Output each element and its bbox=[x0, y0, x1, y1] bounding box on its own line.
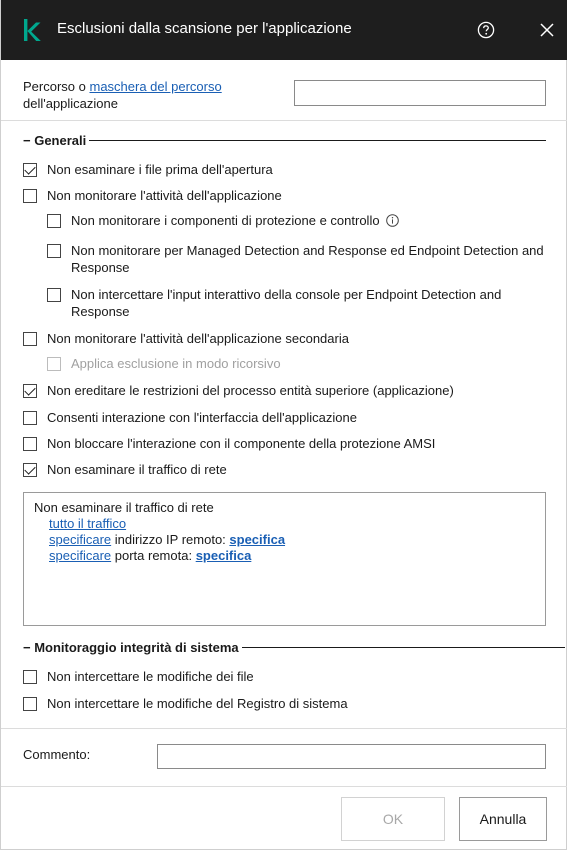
comment-input[interactable] bbox=[157, 744, 546, 769]
ip-text: indirizzo IP remoto: bbox=[111, 532, 230, 547]
divider bbox=[1, 728, 567, 729]
option-no-block-amsi[interactable]: Non bloccare l'interazione con il compon… bbox=[23, 435, 553, 452]
close-icon[interactable] bbox=[537, 20, 557, 40]
option-label: Non ereditare le restrizioni del process… bbox=[47, 383, 454, 398]
option-skip-file-changes[interactable]: Non intercettare le modifiche dei file bbox=[23, 668, 553, 685]
title-bar: Esclusioni dalla scansione per l'applica… bbox=[1, 0, 567, 60]
path-label-suffix: dell'applicazione bbox=[23, 96, 118, 111]
option-label: Non intercettare le modifiche dei file bbox=[47, 669, 254, 684]
comment-label: Commento: bbox=[23, 747, 91, 762]
checkbox[interactable] bbox=[23, 189, 37, 203]
group-line bbox=[241, 646, 565, 648]
ip-value-link[interactable]: specifica bbox=[229, 532, 285, 547]
info-icon[interactable] bbox=[385, 214, 399, 227]
path-label-prefix: Percorso o bbox=[23, 79, 90, 94]
option-skip-file-open[interactable]: Non esaminare i file prima dell'apertura bbox=[23, 161, 553, 178]
network-traffic-box: Non esaminare il traffico di rete tutto … bbox=[23, 492, 546, 626]
port-text: porta remota: bbox=[111, 548, 196, 563]
checkbox-checked[interactable] bbox=[23, 384, 37, 398]
group-general-title: − Generali bbox=[23, 132, 87, 148]
group-line bbox=[89, 139, 546, 141]
checkbox[interactable] bbox=[23, 437, 37, 451]
group-general-header[interactable]: − Generali bbox=[23, 131, 546, 149]
help-circle-icon[interactable] bbox=[477, 21, 495, 39]
option-skip-console-input[interactable]: Non intercettare l'input interattivo del… bbox=[47, 286, 547, 320]
dialog-window: Esclusioni dalla scansione per l'applica… bbox=[0, 0, 567, 850]
divider bbox=[1, 120, 567, 121]
kaspersky-logo-icon bbox=[24, 19, 41, 41]
ok-button[interactable]: OK bbox=[341, 797, 445, 841]
option-label: Non intercettare l'input interattivo del… bbox=[71, 287, 502, 319]
checkbox-checked[interactable] bbox=[23, 163, 37, 177]
collapse-icon: − bbox=[23, 639, 31, 655]
window-title: Esclusioni dalla scansione per l'applica… bbox=[57, 20, 352, 37]
option-no-inherit-restrictions[interactable]: Non ereditare le restrizioni del process… bbox=[23, 382, 558, 399]
checkbox[interactable] bbox=[23, 411, 37, 425]
option-apply-recursively: Applica esclusione in modo ricorsivo bbox=[47, 355, 547, 372]
network-box-heading: Non esaminare il traffico di rete bbox=[34, 500, 214, 515]
option-allow-ui-interaction[interactable]: Consenti interazione con l'interfaccia d… bbox=[23, 409, 553, 426]
option-label: Non monitorare i componenti di protezion… bbox=[71, 212, 399, 229]
checkbox[interactable] bbox=[47, 244, 61, 258]
checkbox[interactable] bbox=[23, 670, 37, 684]
option-label: Non monitorare l'attività dell'applicazi… bbox=[47, 188, 282, 203]
option-label: Applica esclusione in modo ricorsivo bbox=[71, 356, 281, 371]
path-input[interactable] bbox=[294, 80, 546, 106]
checkbox[interactable] bbox=[23, 697, 37, 711]
option-label: Non intercettare le modifiche del Regist… bbox=[47, 696, 348, 711]
group-integrity-header[interactable]: − Monitoraggio integrità di sistema bbox=[23, 638, 565, 656]
option-skip-mdr-edr[interactable]: Non monitorare per Managed Detection and… bbox=[47, 242, 547, 276]
option-label: Non esaminare i file prima dell'apertura bbox=[47, 162, 273, 177]
ip-specify-link[interactable]: specificare bbox=[49, 532, 111, 547]
port-value-link[interactable]: specifica bbox=[196, 548, 252, 563]
checkbox-disabled bbox=[47, 357, 61, 371]
option-skip-registry-changes[interactable]: Non intercettare le modifiche del Regist… bbox=[23, 695, 553, 712]
path-label: Percorso o maschera del percorso dell'ap… bbox=[23, 78, 222, 112]
option-label: Non monitorare per Managed Detection and… bbox=[71, 243, 544, 275]
option-label: Non esaminare il traffico di rete bbox=[47, 462, 227, 477]
option-skip-protection-components[interactable]: Non monitorare i componenti di protezion… bbox=[47, 212, 547, 229]
checkbox[interactable] bbox=[47, 288, 61, 302]
option-label: Non bloccare l'interazione con il compon… bbox=[47, 436, 436, 451]
checkbox[interactable] bbox=[23, 332, 37, 346]
option-skip-app-activity[interactable]: Non monitorare l'attività dell'applicazi… bbox=[23, 187, 553, 204]
option-label: Consenti interazione con l'interfaccia d… bbox=[47, 410, 357, 425]
path-mask-link[interactable]: maschera del percorso bbox=[89, 79, 221, 94]
option-skip-child-activity[interactable]: Non monitorare l'attività dell'applicazi… bbox=[23, 330, 553, 347]
option-label: Non monitorare l'attività dell'applicazi… bbox=[47, 331, 349, 346]
divider bbox=[1, 786, 567, 787]
port-specify-link[interactable]: specificare bbox=[49, 548, 111, 563]
all-traffic-link[interactable]: tutto il traffico bbox=[49, 516, 126, 531]
checkbox[interactable] bbox=[47, 214, 61, 228]
cancel-button[interactable]: Annulla bbox=[459, 797, 547, 841]
collapse-icon: − bbox=[23, 132, 31, 148]
option-skip-network-traffic[interactable]: Non esaminare il traffico di rete bbox=[23, 461, 553, 478]
checkbox-checked[interactable] bbox=[23, 463, 37, 477]
group-integrity-title: − Monitoraggio integrità di sistema bbox=[23, 639, 239, 655]
